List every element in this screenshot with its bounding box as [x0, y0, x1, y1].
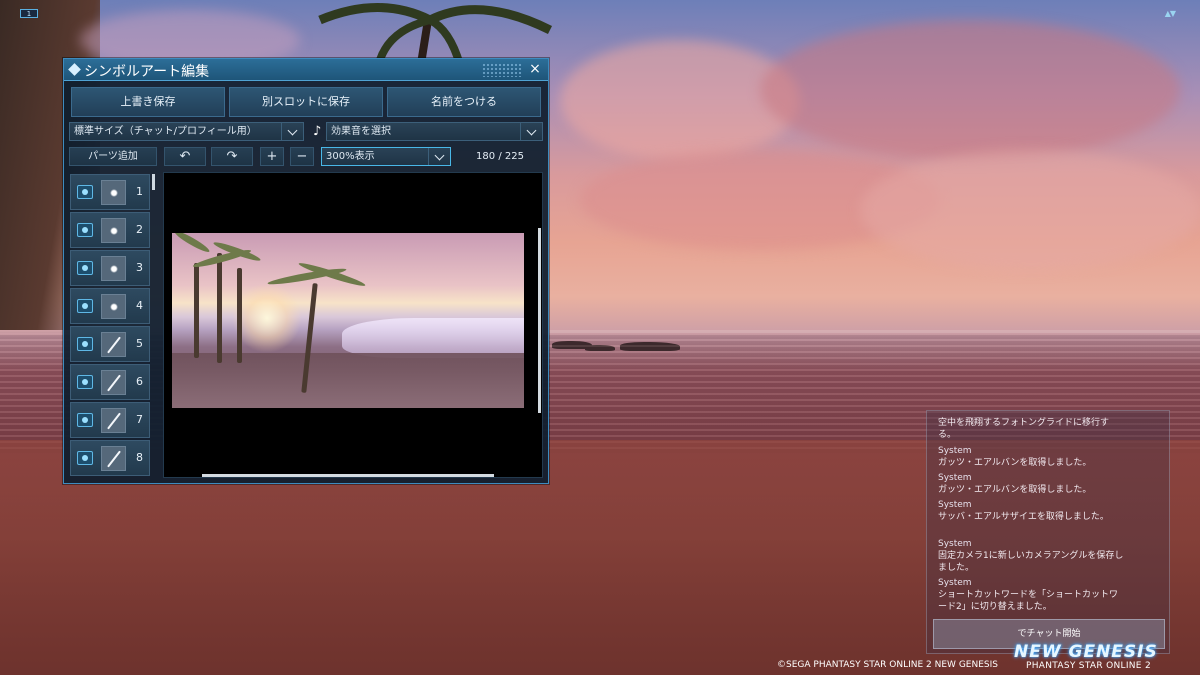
layer-thumbnail — [101, 218, 126, 243]
visibility-toggle-icon[interactable] — [77, 451, 93, 465]
size-select-value: 標準サイズ（チャット/プロフィール用） — [74, 126, 257, 137]
window-diamond-icon — [68, 63, 81, 76]
chat-sender: System — [938, 446, 972, 456]
layer-number: 5 — [136, 337, 143, 350]
copyright-text: ©SEGA PHANTASY STAR ONLINE 2 NEW GENESIS — [777, 660, 998, 670]
layer-row[interactable]: 5 — [70, 326, 150, 362]
chat-sender: System — [938, 539, 972, 549]
menu-toggle-icon[interactable]: ▲▼ — [1165, 9, 1176, 18]
logo-line1: NEW GENESIS — [1014, 642, 1158, 662]
part-count: 180 / 225 — [476, 151, 524, 162]
palm-frond — [172, 233, 212, 255]
layer-row[interactable]: 8 — [70, 440, 150, 476]
layer-number: 1 — [136, 185, 143, 198]
canvas-vertical-scrollbar[interactable] — [538, 228, 541, 413]
canvas-horizontal-scrollbar[interactable] — [202, 474, 494, 477]
layer-number: 4 — [136, 299, 143, 312]
palm-trunk — [217, 253, 222, 363]
window-title-bar[interactable]: シンボルアート編集 × — [64, 59, 548, 81]
chat-log-panel: 空中を飛翔するフォトングライドに移行する。 System ガッツ・エアルバンを取… — [926, 410, 1170, 654]
layer-scrollbar[interactable] — [152, 174, 156, 479]
visibility-toggle-icon[interactable] — [77, 413, 93, 427]
layer-thumbnail — [101, 256, 126, 281]
name-it-button[interactable]: 名前をつける — [387, 87, 541, 117]
layer-row[interactable]: 7 — [70, 402, 150, 438]
layer-number: 8 — [136, 451, 143, 464]
visibility-toggle-icon[interactable] — [77, 223, 93, 237]
chat-message: ショートカットワードを「ショートカットワード2」に切り替えました。 — [938, 590, 1119, 612]
visibility-toggle-icon[interactable] — [77, 337, 93, 351]
layer-thumbnail — [101, 408, 126, 433]
chevron-down-icon — [281, 123, 303, 140]
layer-row[interactable]: 1 — [70, 174, 150, 210]
cloud — [760, 20, 1180, 160]
layer-number: 6 — [136, 375, 143, 388]
title-decoration — [482, 63, 522, 77]
save-to-other-slot-button[interactable]: 別スロットに保存 — [229, 87, 383, 117]
layer-thumbnail — [101, 332, 126, 357]
visibility-toggle-icon[interactable] — [77, 261, 93, 275]
size-select[interactable]: 標準サイズ（チャット/プロフィール用） — [69, 122, 304, 141]
layer-row[interactable]: 2 — [70, 212, 150, 248]
chat-sender: System — [938, 578, 972, 588]
palm-trunk — [237, 268, 242, 363]
chevron-down-icon — [428, 148, 450, 165]
window-title: シンボルアート編集 — [84, 64, 210, 80]
layer-row[interactable]: 6 — [70, 364, 150, 400]
cloud — [860, 150, 1200, 270]
overwrite-save-button[interactable]: 上書き保存 — [71, 87, 225, 117]
chat-message: サッバ・エアルサザイエを取得しました。 — [938, 512, 1109, 522]
shore-highlight — [342, 318, 524, 358]
symbol-art-image — [172, 233, 524, 408]
chevron-down-icon — [520, 123, 542, 140]
undo-button[interactable]: ↶ — [164, 147, 206, 166]
logo-line2: PHANTASY STAR ONLINE 2 — [1026, 661, 1151, 671]
zoom-level-select[interactable]: 300%表示 — [321, 147, 451, 166]
symbol-art-canvas[interactable] — [163, 172, 543, 478]
chat-message: 空中を飛翔するフォトングライドに移行する。 — [938, 418, 1110, 440]
game-logo: NEW GENESIS PHANTASY STAR ONLINE 2 — [1012, 642, 1196, 674]
visibility-toggle-icon[interactable] — [77, 375, 93, 389]
layer-thumbnail — [101, 370, 126, 395]
symbol-art-editor-window: シンボルアート編集 × 上書き保存 別スロットに保存 名前をつける 標準サイズ（… — [63, 58, 549, 484]
zoom-level-value: 300%表示 — [326, 151, 375, 162]
sound-effect-select[interactable]: 効果音を選択 — [326, 122, 543, 141]
beach-ground — [172, 353, 524, 408]
zoom-out-button[interactable]: − — [290, 147, 314, 166]
player-indicator-badge: 1 — [20, 9, 38, 18]
chat-message: ガッツ・エアルバンを取得しました。 — [938, 485, 1092, 495]
layer-thumbnail — [101, 180, 126, 205]
chat-sender: System — [938, 473, 972, 483]
scrollbar-thumb[interactable] — [152, 174, 155, 190]
sun-glow — [232, 283, 302, 353]
visibility-toggle-icon[interactable] — [77, 299, 93, 313]
layer-list: 1 2 3 4 5 6 7 8 — [70, 174, 152, 479]
add-parts-button[interactable]: パーツ追加 — [69, 147, 157, 166]
chat-message: 固定カメラ1に新しいカメラアングルを保存しました。 — [938, 551, 1124, 573]
layer-thumbnail — [101, 446, 126, 471]
chat-sender: System — [938, 500, 972, 510]
sound-note-icon: ♪ — [313, 124, 322, 139]
layer-row[interactable]: 3 — [70, 250, 150, 286]
layer-row[interactable]: 4 — [70, 288, 150, 324]
close-button[interactable]: × — [527, 61, 543, 77]
palm-trunk — [194, 263, 199, 358]
layer-thumbnail — [101, 294, 126, 319]
redo-button[interactable]: ↷ — [211, 147, 253, 166]
layer-number: 2 — [136, 223, 143, 236]
sound-effect-select-value: 効果音を選択 — [331, 126, 391, 137]
zoom-in-button[interactable]: + — [260, 147, 284, 166]
layer-number: 7 — [136, 413, 143, 426]
visibility-toggle-icon[interactable] — [77, 185, 93, 199]
layer-number: 3 — [136, 261, 143, 274]
chat-message: ガッツ・エアルバンを取得しました。 — [938, 458, 1092, 468]
